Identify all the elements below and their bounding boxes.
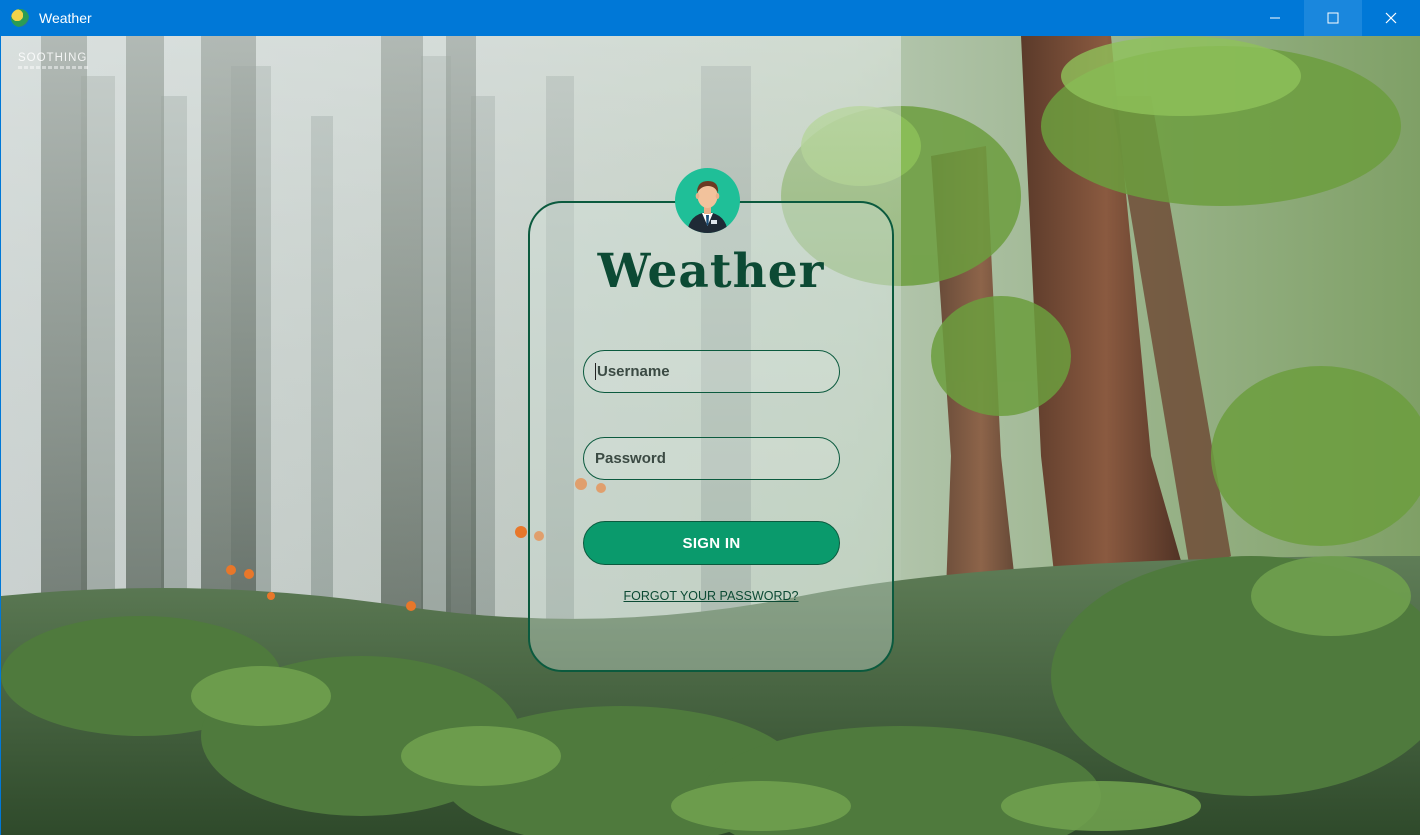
minimize-button[interactable] [1246, 0, 1304, 36]
watermark-text: SOOTHING [18, 52, 88, 64]
close-icon [1385, 12, 1397, 24]
app-title: Weather [597, 244, 825, 299]
maximize-icon [1327, 12, 1339, 24]
app-window: Weather SOOTHING Weather Username Passwo… [0, 0, 1420, 835]
text-caret [595, 363, 596, 380]
minimize-icon [1270, 17, 1280, 19]
weather-app-icon [11, 9, 29, 27]
maximize-button[interactable] [1304, 0, 1362, 36]
user-avatar-icon [675, 168, 740, 233]
watermark-underline [18, 66, 88, 69]
close-button[interactable] [1362, 0, 1420, 36]
forgot-password-link[interactable]: FORGOT YOUR PASSWORD? [528, 589, 894, 603]
sign-in-button[interactable]: SIGN IN [583, 521, 840, 565]
password-field[interactable]: Password [583, 437, 840, 480]
window-controls [1246, 0, 1420, 36]
username-field[interactable]: Username [583, 350, 840, 393]
password-placeholder: Password [595, 450, 666, 467]
window-title: Weather [39, 10, 92, 26]
username-placeholder: Username [597, 363, 670, 380]
title-bar[interactable]: Weather [0, 0, 1420, 36]
